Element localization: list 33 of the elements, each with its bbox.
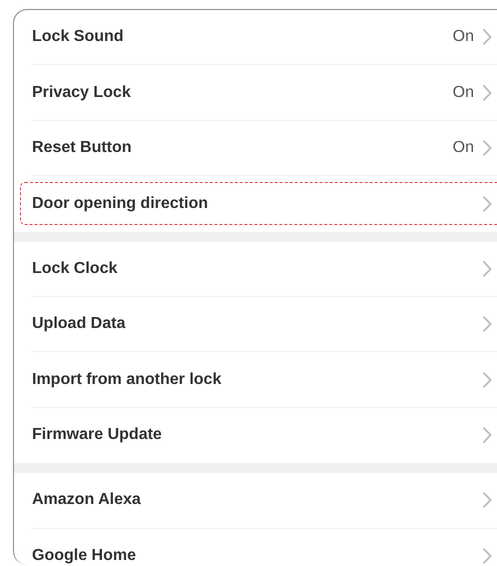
chevron-right-icon [482, 547, 492, 565]
row-label: Amazon Alexa [32, 491, 142, 510]
row-label: Google Home [32, 547, 138, 565]
settings-row[interactable]: Firmware Update [32, 408, 497, 464]
settings-row[interactable]: Google Home [32, 528, 497, 565]
settings-row[interactable]: Amazon Alexa [32, 473, 497, 529]
row-label: Import from another lock [32, 370, 222, 389]
row-label: Door opening direction [32, 194, 209, 213]
row-label: Upload Data [32, 315, 126, 334]
chevron-right-icon [482, 194, 492, 213]
row-label: Reset Button [32, 138, 133, 157]
settings-row[interactable]: Door opening direction [32, 176, 497, 232]
chevron-right-icon [482, 84, 492, 102]
chevron-right-icon [482, 315, 492, 334]
row-label: Lock Clock [32, 260, 118, 278]
chevron-right-icon [482, 260, 492, 278]
row-label: Lock Sound [32, 28, 125, 46]
settings-row[interactable]: Lock Clock [32, 242, 497, 297]
settings-row[interactable]: Upload Data [32, 296, 497, 352]
row-value: On [452, 138, 474, 157]
chevron-right-icon [482, 28, 492, 46]
chevron-right-icon [482, 370, 492, 389]
settings-row[interactable]: Lock Sound On [32, 10, 497, 66]
row-value: On [452, 84, 474, 102]
chevron-right-icon [482, 138, 492, 157]
row-label: Privacy Lock [32, 84, 132, 102]
chevron-right-icon [482, 426, 492, 444]
row-label: Firmware Update [32, 426, 163, 444]
chevron-right-icon [482, 491, 492, 510]
settings-row[interactable]: Reset Button On [32, 120, 497, 176]
settings-row[interactable]: Privacy Lock On [32, 65, 497, 121]
settings-row[interactable]: Import from another lock [32, 352, 497, 408]
row-value: On [452, 28, 474, 46]
